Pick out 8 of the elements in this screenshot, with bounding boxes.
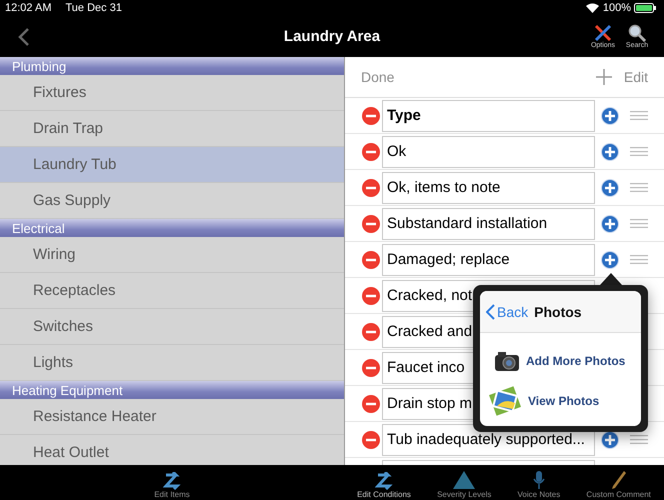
section-header: Electrical [0,219,344,237]
status-date: Tue Dec 31 [65,2,122,14]
popover-title: Photos [534,304,582,320]
section-header: Heating Equipment [0,381,344,399]
window-title: Laundry Area [284,28,380,45]
section-header: Plumbing [0,57,344,75]
battery-percentage: 100% [602,2,631,14]
status-time: 12:02 AM [5,2,52,14]
